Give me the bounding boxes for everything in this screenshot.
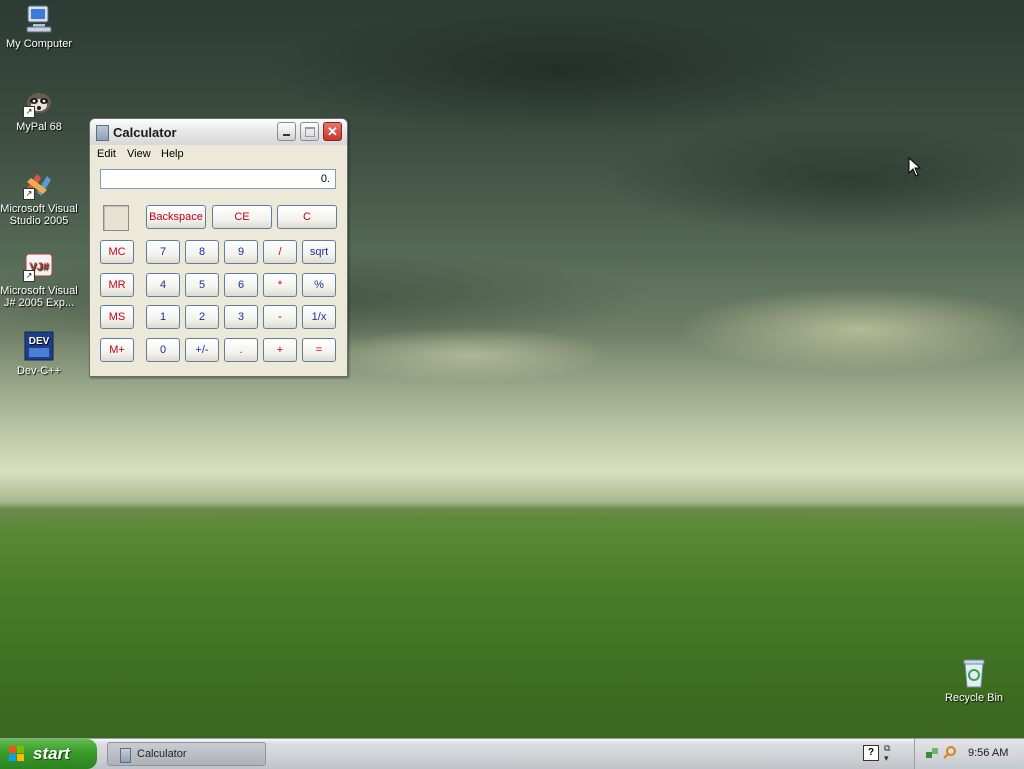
clock[interactable]: 9:56 AM — [968, 747, 1008, 759]
taskbar-item-label: Calculator — [137, 748, 187, 760]
equals-button[interactable]: = — [302, 338, 336, 362]
backspace-button[interactable]: Backspace — [146, 205, 206, 229]
desktop-icon-label: Dev-C++ — [16, 365, 62, 377]
desktop-icon-label: Microsoft Visual J# 2005 Exp... — [0, 285, 78, 309]
maximize-icon — [305, 127, 315, 137]
minimize-icon — [283, 134, 290, 136]
desktop-icon-label: Recycle Bin — [944, 692, 1004, 704]
system-tray: 9:56 AM — [914, 739, 1024, 769]
digit-0-button[interactable]: 0 — [146, 338, 180, 362]
percent-button[interactable]: % — [302, 273, 336, 297]
memory-indicator — [103, 205, 129, 231]
digit-4-button[interactable]: 4 — [146, 273, 180, 297]
digit-7-button[interactable]: 7 — [146, 240, 180, 264]
help-icon[interactable]: ? — [863, 745, 879, 761]
start-button[interactable]: start — [0, 739, 97, 769]
network-icon[interactable] — [925, 746, 939, 760]
visual-jsharp-icon: VJ# ↗ — [23, 250, 55, 282]
menu-bar: Edit View Help — [90, 145, 347, 165]
digit-6-button[interactable]: 6 — [224, 273, 258, 297]
search-icon[interactable] — [943, 745, 957, 759]
desktop-icon-visual-studio[interactable]: ↗ Microsoft Visual Studio 2005 — [0, 168, 79, 227]
calculator-icon — [120, 748, 131, 763]
desktop-icon-mypal[interactable]: ↗ MyPal 68 — [0, 86, 79, 133]
digit-5-button[interactable]: 5 — [185, 273, 219, 297]
digit-2-button[interactable]: 2 — [185, 305, 219, 329]
decimal-point-button[interactable]: . — [224, 338, 258, 362]
calculator-icon — [96, 125, 109, 141]
menu-view[interactable]: View — [127, 148, 151, 160]
divide-button[interactable]: / — [263, 240, 297, 264]
dev-cpp-icon: DEV — [23, 330, 55, 362]
desktop-icon-visual-jsharp[interactable]: VJ# ↗ Microsoft Visual J# 2005 Exp... — [0, 250, 79, 309]
desktop-icon-label: My Computer — [5, 38, 73, 50]
wallpaper-hills — [0, 515, 1024, 738]
memory-add-button[interactable]: M+ — [100, 338, 134, 362]
clear-entry-button[interactable]: CE — [212, 205, 272, 229]
shortcut-arrow-icon: ↗ — [23, 270, 35, 282]
sign-toggle-button[interactable]: +/- — [185, 338, 219, 362]
visual-studio-icon: ↗ — [23, 168, 55, 200]
recycle-bin-icon — [958, 657, 990, 689]
digit-1-button[interactable]: 1 — [146, 305, 180, 329]
desktop-icon-recycle-bin[interactable]: Recycle Bin — [934, 657, 1014, 704]
window-title: Calculator — [113, 125, 177, 140]
digit-9-button[interactable]: 9 — [224, 240, 258, 264]
calculator-window[interactable]: Calculator ✕ Edit View Help 0. Backspace… — [89, 118, 348, 377]
desktop-icon-label: Microsoft Visual Studio 2005 — [0, 203, 78, 227]
add-button[interactable]: + — [263, 338, 297, 362]
multiply-button[interactable]: * — [263, 273, 297, 297]
maximize-button[interactable] — [300, 122, 319, 141]
shortcut-arrow-icon: ↗ — [23, 106, 35, 118]
start-label: start — [33, 744, 70, 763]
memory-clear-button[interactable]: MC — [100, 240, 134, 264]
desktop-icon-dev-cpp[interactable]: DEV Dev-C++ — [0, 330, 79, 377]
taskbar-item-calculator[interactable]: Calculator — [107, 742, 266, 766]
windows-logo-icon — [9, 746, 25, 762]
memory-store-button[interactable]: MS — [100, 305, 134, 329]
mouse-cursor-icon — [908, 156, 922, 177]
computer-icon — [23, 3, 55, 35]
reciprocal-button[interactable]: 1/x — [302, 305, 336, 329]
taskbar: start Calculator ? ⧉ ▾ 9:56 AM — [0, 738, 1024, 769]
mypal-raccoon-icon: ↗ — [23, 86, 55, 118]
calculator-display: 0. — [100, 169, 336, 189]
close-icon: ✕ — [327, 124, 338, 139]
sqrt-button[interactable]: sqrt — [302, 240, 336, 264]
restore-chevron-icon[interactable]: ⧉ ▾ — [884, 743, 890, 763]
desktop-icon-label: MyPal 68 — [16, 121, 62, 133]
digit-3-button[interactable]: 3 — [224, 305, 258, 329]
subtract-button[interactable]: - — [263, 305, 297, 329]
menu-help[interactable]: Help — [161, 148, 184, 160]
minimize-button[interactable] — [277, 122, 296, 141]
memory-recall-button[interactable]: MR — [100, 273, 134, 297]
menu-edit[interactable]: Edit — [97, 148, 116, 160]
calculator-title-bar[interactable]: Calculator ✕ — [90, 119, 347, 145]
shortcut-arrow-icon: ↗ — [23, 188, 35, 200]
close-button[interactable]: ✕ — [323, 122, 342, 141]
svg-text:DEV: DEV — [29, 336, 50, 347]
clear-button[interactable]: C — [277, 205, 337, 229]
desktop-icon-my-computer[interactable]: My Computer — [0, 3, 79, 50]
digit-8-button[interactable]: 8 — [185, 240, 219, 264]
